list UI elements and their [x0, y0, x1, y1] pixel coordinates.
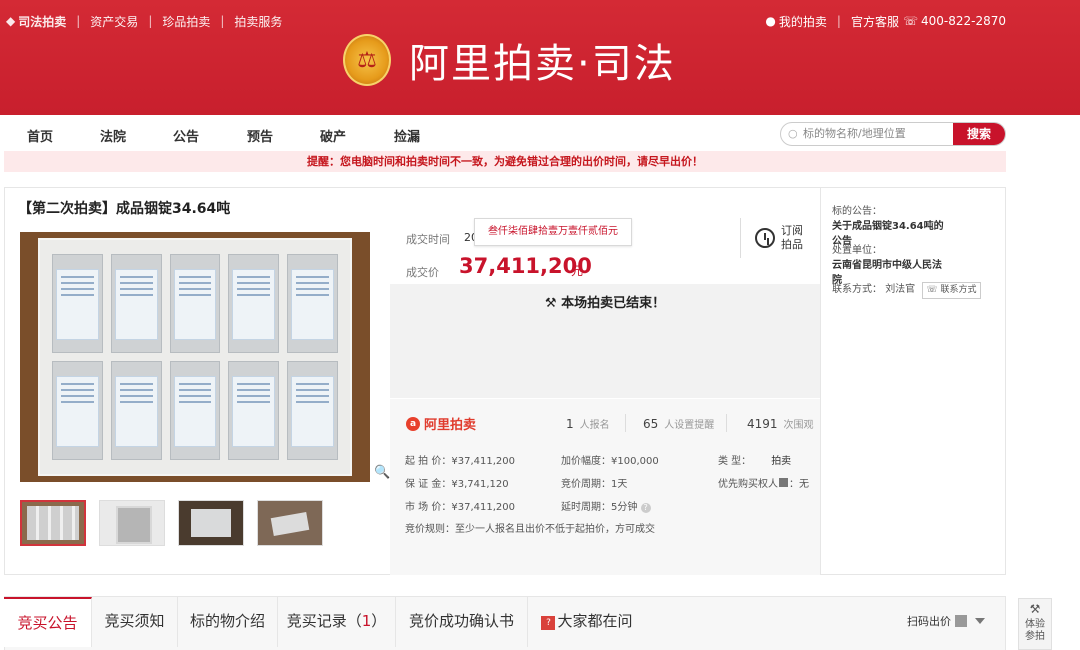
search-icon: ○: [788, 127, 798, 140]
bid-rule: 竞价规则：至少一人报名且出价不低于起拍价，方可成交: [405, 524, 655, 535]
nav-home[interactable]: 首页: [27, 126, 53, 145]
thumbnail-2[interactable]: [99, 500, 165, 546]
deal-time-label: 成交时间: [406, 233, 450, 246]
priority-buyer: 优先购买权人 ：无: [718, 478, 809, 490]
nav-notice[interactable]: 公告: [173, 126, 199, 145]
try-bid-float[interactable]: ⚒ 体验参拍: [1018, 598, 1052, 650]
nav-preview[interactable]: 预告: [247, 126, 273, 145]
thumbnail-3[interactable]: [178, 500, 244, 546]
chevron-down-icon: [975, 618, 985, 624]
price-in-words-tooltip: 叁仟柒佰肆拾壹万壹仟贰佰元: [474, 218, 632, 246]
signup-count: 1 人报名: [566, 417, 610, 431]
user-icon: ●: [765, 14, 776, 28]
gavel-icon: ⚒: [1029, 602, 1041, 616]
lot-photo[interactable]: [20, 232, 370, 482]
tab-faq[interactable]: ? 大家都在问: [528, 597, 646, 647]
search-box: ○ 标的物名称/地理位置 搜索: [780, 122, 1006, 146]
auction-ended-text: 本场拍卖已结束！: [561, 296, 666, 311]
alibaba-auction-brand: a 阿里拍卖: [406, 414, 476, 433]
phone-icon: ☏: [902, 14, 918, 28]
thumbnail-1[interactable]: [20, 500, 86, 546]
info-icon: [779, 478, 788, 487]
qr-code-icon: [955, 615, 967, 627]
faq-icon: ?: [541, 616, 556, 630]
photo-tray: [38, 238, 352, 476]
service-link[interactable]: 官方客服: [851, 13, 899, 30]
scan-to-bid[interactable]: 扫码出价: [907, 613, 985, 629]
link-treasure-auction[interactable]: 珍品拍卖: [162, 13, 210, 30]
bid-record-count: 1: [361, 612, 372, 630]
gavel-icon: ⚒: [544, 296, 562, 311]
top-right-links: ● 我的拍卖 | 官方客服 ☏ 400-822-2870: [765, 13, 1006, 30]
contact: 联系方式： 刘法官 ☏ 联系方式: [832, 282, 981, 299]
bid-period: 竞价周期：1天: [561, 479, 628, 490]
my-auction-link[interactable]: 我的拍卖: [779, 13, 827, 30]
deal-price-label: 成交价: [406, 266, 439, 279]
alibaba-logo-icon: a: [406, 416, 420, 431]
phone-icon: ☏: [926, 285, 941, 295]
view-count: 4191 次围观: [747, 417, 814, 431]
tab-lot-intro[interactable]: 标的物介绍: [178, 597, 278, 647]
link-auction-service[interactable]: 拍卖服务: [234, 13, 282, 30]
tab-bid-notice[interactable]: 竞买公告: [4, 597, 92, 647]
start-price: 起 拍 价：¥37,411,200: [405, 456, 515, 467]
service-phone: 400-822-2870: [920, 14, 1006, 28]
contact-button[interactable]: ☏ 联系方式: [922, 282, 981, 299]
reminder-count: 65 人设置提醒: [643, 417, 715, 431]
nav-bargain[interactable]: 捡漏: [394, 126, 420, 145]
delay-period: 延时周期：5分钟 ?: [561, 498, 651, 513]
brand-icon: ◆: [6, 14, 16, 28]
price-unit: 元: [571, 264, 584, 278]
subscribe-button[interactable]: 订阅拍品: [740, 218, 807, 258]
tab-bid-instructions[interactable]: 竞买须知: [92, 597, 178, 647]
nav-court[interactable]: 法院: [100, 126, 126, 145]
brand-link[interactable]: ◆ 司法拍卖: [6, 13, 66, 30]
zoom-icon[interactable]: 🔍: [374, 465, 390, 480]
search-input[interactable]: ○ 标的物名称/地理位置: [781, 123, 953, 145]
market-price: 市 场 价：¥37,411,200: [405, 502, 515, 513]
auction-type: 类 型： 拍卖: [718, 456, 792, 467]
tab-bid-records[interactable]: 竞买记录（1）: [278, 597, 396, 647]
deposit: 保 证 金：¥3,741,120: [405, 479, 509, 490]
tab-confirmation[interactable]: 竞价成功确认书: [396, 597, 528, 647]
auction-ended-box: ⚒ 本场拍卖已结束！: [390, 284, 820, 398]
link-asset-trade[interactable]: 资产交易: [90, 13, 138, 30]
thumbnail-4[interactable]: [257, 500, 323, 546]
top-links: ◆ 司法拍卖 | 资产交易 | 珍品拍卖 | 拍卖服务: [6, 13, 283, 30]
logo-text: 阿里拍卖·司法: [409, 41, 676, 87]
site-logo[interactable]: ⚖ 阿里拍卖·司法: [343, 31, 676, 89]
bid-increment: 加价幅度：¥100,000: [561, 456, 659, 467]
nav-bankruptcy[interactable]: 破产: [320, 126, 346, 145]
thumbnail-strip: [20, 500, 323, 546]
search-button[interactable]: 搜索: [953, 123, 1005, 145]
help-icon[interactable]: ?: [640, 503, 651, 513]
time-warning: 提醒：您电脑时间和拍卖时间不一致，为避免错过合理的出价时间，请尽早出价！: [4, 151, 1006, 172]
lot-title: 【第二次拍卖】成品铟锭34.64吨: [18, 201, 231, 217]
court-emblem-icon: ⚖: [343, 34, 391, 86]
alarm-clock-icon: [755, 228, 775, 248]
